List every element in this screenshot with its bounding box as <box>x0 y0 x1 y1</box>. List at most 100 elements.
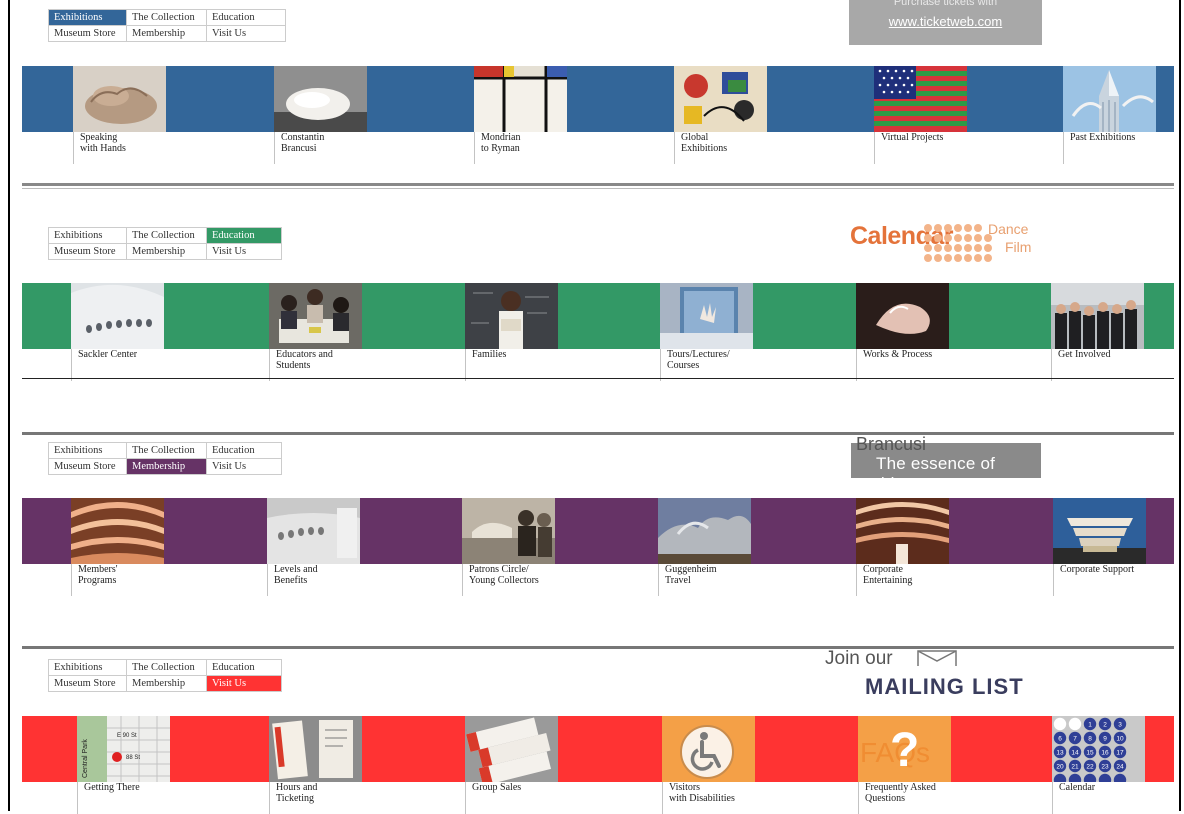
visit-link-getting-there[interactable]: Getting There <box>77 782 140 814</box>
education-link-educators[interactable]: Educators and Students <box>269 349 333 381</box>
membership-link-members-programs[interactable]: Members' Programs <box>71 564 118 596</box>
membership-link-corporate-support[interactable]: Corporate Support <box>1053 564 1134 596</box>
exhibition-link-speaking-with-hands[interactable]: Speaking with Hands <box>73 132 126 164</box>
envelope-icon <box>917 650 957 666</box>
map-thumb[interactable]: E 90 St 88 St Central Park <box>77 716 170 782</box>
nav-menu: Exhibitions The Collection Education Mus… <box>48 659 282 692</box>
calendar-day-number: 14 <box>1071 750 1079 757</box>
membership-link-patrons[interactable]: Patrons Circle/ Young Collectors <box>462 564 539 596</box>
nav-education[interactable]: Education <box>206 10 285 25</box>
nav-education[interactable]: Education <box>206 660 281 675</box>
map-street-label: 88 St <box>126 755 140 761</box>
nav-collection[interactable]: The Collection <box>126 10 206 25</box>
education-link-sackler[interactable]: Sackler Center <box>71 349 137 381</box>
calendar-blank-dot <box>1053 717 1067 731</box>
window-thumb[interactable] <box>660 283 753 349</box>
membership-link-corporate-entertaining[interactable]: Corporate Entertaining <box>856 564 912 596</box>
nav-exhibitions[interactable]: Exhibitions <box>49 443 126 458</box>
mailing-list-promo[interactable]: Join our MAILING LIST <box>820 648 1060 699</box>
nav-membership[interactable]: Membership <box>126 459 206 474</box>
child-reading-thumb[interactable] <box>465 283 558 349</box>
exhibition-link-brancusi[interactable]: Constantin Brancusi <box>274 132 324 164</box>
nav-visit-us[interactable]: Visit Us <box>206 676 281 691</box>
visit-link-disabilities[interactable]: Visitors with Disabilities <box>662 782 735 814</box>
nav-museum-store[interactable]: Museum Store <box>49 244 126 259</box>
nav-education[interactable]: Education <box>206 228 281 243</box>
calendar-day-number: 9 <box>1103 736 1107 743</box>
calendar-dots-icon[interactable]: 1 2 3 6 7 8 9 10 13 14 15 16 17 20 21 22 23 24 <box>1052 716 1145 782</box>
sculpture-hand-thumb[interactable] <box>73 66 166 132</box>
membership-link-levels[interactable]: Levels and Benefits <box>267 564 318 596</box>
exhibition-link-mondrian[interactable]: Mondrian to Ryman <box>474 132 520 164</box>
nav-collection[interactable]: The Collection <box>126 660 206 675</box>
classroom-thumb[interactable] <box>269 283 362 349</box>
nav-membership[interactable]: Membership <box>126 676 206 691</box>
rotunda-thumb[interactable] <box>71 498 164 564</box>
visit-link-faq[interactable]: Frequently Asked Questions <box>858 782 936 814</box>
museum-exterior-thumb[interactable] <box>1053 498 1146 564</box>
nav-membership[interactable]: Membership <box>126 244 206 259</box>
exhibition-link-virtual-projects[interactable]: Virtual Projects <box>874 132 943 164</box>
nav-visit-us[interactable]: Visit Us <box>206 26 285 41</box>
visit-link-calendar[interactable]: Calendar <box>1052 782 1095 814</box>
section-divider <box>22 432 1174 435</box>
section-divider <box>22 378 1174 379</box>
building-thumb[interactable] <box>1063 66 1156 132</box>
education-link-get-involved[interactable]: Get Involved <box>1051 349 1111 381</box>
calendar-day-number: 15 <box>1086 750 1094 757</box>
map-street-label: E 90 St <box>117 733 137 739</box>
exhibition-link-global[interactable]: Global Exhibitions <box>674 132 727 164</box>
nav-exhibitions[interactable]: Exhibitions <box>49 10 126 25</box>
ticket-thumb[interactable] <box>269 716 362 782</box>
calendar-day-number: 13 <box>1056 750 1064 757</box>
brancusi-promo[interactable]: Brancusi The essence of things <box>851 434 1041 493</box>
nav-exhibitions[interactable]: Exhibitions <box>49 228 126 243</box>
calendar-promo[interactable]: Calendar Dance Film <box>850 218 1050 268</box>
svg-text:?: ? <box>890 724 919 777</box>
mailing-list-title: MAILING LIST <box>865 674 1024 699</box>
bilbao-thumb[interactable] <box>658 498 751 564</box>
sculpture-head-thumb[interactable] <box>274 66 367 132</box>
performance-thumb[interactable] <box>856 283 949 349</box>
sackler-thumb[interactable] <box>71 283 164 349</box>
nav-collection[interactable]: The Collection <box>126 443 206 458</box>
ticketweb-promo[interactable]: Purchase tickets with www.ticketweb.com <box>849 0 1042 45</box>
nav-collection[interactable]: The Collection <box>126 228 206 243</box>
calendar-day-number: 17 <box>1116 750 1124 757</box>
ticket-promo-text: Purchase tickets with <box>893 0 998 8</box>
education-link-works-process[interactable]: Works & Process <box>856 349 932 381</box>
calendar-promo-dance: Dance <box>988 221 1029 237</box>
accessibility-icon[interactable] <box>662 716 755 782</box>
visit-link-hours[interactable]: Hours and Ticketing <box>269 782 317 814</box>
membership-link-travel[interactable]: Guggenheim Travel <box>658 564 717 596</box>
group-photo-thumb[interactable] <box>1051 283 1144 349</box>
miro-thumb[interactable] <box>674 66 767 132</box>
exhibition-link-past-exhibitions[interactable]: Past Exhibitions <box>1063 132 1135 164</box>
nav-visit-us[interactable]: Visit Us <box>206 459 281 474</box>
calendar-day-number: 21 <box>1071 764 1079 771</box>
education-link-tours[interactable]: Tours/Lectures/ Courses <box>660 349 730 381</box>
calendar-day-number: 10 <box>1116 736 1124 743</box>
flag-thumb[interactable] <box>874 66 967 132</box>
calendar-day-number: 24 <box>1116 764 1124 771</box>
nav-museum-store[interactable]: Museum Store <box>49 459 126 474</box>
faq-icon[interactable]: FAQs? <box>858 716 951 782</box>
visit-link-group-sales[interactable]: Group Sales <box>465 782 521 814</box>
nav-museum-store[interactable]: Museum Store <box>49 676 126 691</box>
patrons-thumb[interactable] <box>462 498 555 564</box>
nav-membership[interactable]: Membership <box>126 26 206 41</box>
gallery-thumb[interactable] <box>267 498 360 564</box>
nav-museum-store[interactable]: Museum Store <box>49 26 126 41</box>
ticketweb-link[interactable]: www.ticketweb.com <box>849 14 1042 29</box>
calendar-blank-dot <box>1068 717 1082 731</box>
nav-visit-us[interactable]: Visit Us <box>206 244 281 259</box>
nav-education[interactable]: Education <box>206 443 281 458</box>
calendar-day-number: 1 <box>1088 722 1092 729</box>
mondrian-thumb[interactable] <box>474 66 567 132</box>
education-link-families[interactable]: Families <box>465 349 506 381</box>
tickets-stack-thumb[interactable] <box>465 716 558 782</box>
atrium-thumb[interactable] <box>856 498 949 564</box>
calendar-day-number: 22 <box>1086 764 1094 771</box>
calendar-day-number: 6 <box>1058 736 1062 743</box>
nav-exhibitions[interactable]: Exhibitions <box>49 660 126 675</box>
